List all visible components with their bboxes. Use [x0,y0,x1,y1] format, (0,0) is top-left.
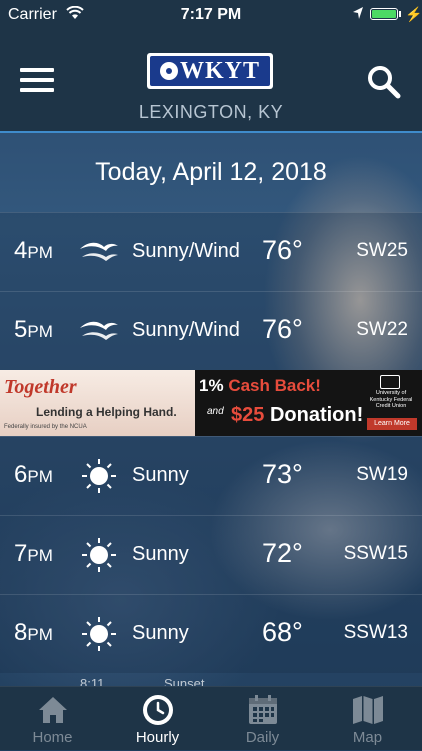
tab-daily[interactable]: Daily [210,687,315,751]
logo-text: WKYT [179,57,260,84]
search-icon[interactable] [366,64,402,100]
cbs-eye-icon [159,62,178,80]
hour-condition: Sunny/Wind [132,319,240,341]
hour-temperature: 76° [262,235,303,265]
hamburger-menu-icon[interactable] [20,68,54,94]
hour-temperature: 73° [262,459,303,489]
hour-time: 4PM [14,237,53,264]
hour-wind: SSW15 [343,543,408,564]
hour-wind: SW19 [356,464,408,485]
status-bar: Carrier 7:17 PM ⚡ [0,0,422,30]
location-arrow-icon [352,6,364,25]
ad-left-footnote: Federally insured by the NCUA [4,424,87,430]
calendar-icon [246,693,280,727]
hour-condition: Sunny [132,464,189,486]
tab-label: Daily [245,729,280,746]
ad-left-title: Together [4,376,77,398]
hour-wind: SW25 [356,240,408,261]
ad-learn-more-button[interactable]: Learn More [367,418,417,430]
battery-icon [370,8,398,20]
date-heading: Today, April 12, 2018 [95,158,327,186]
tab-hourly[interactable]: Hourly [105,687,210,751]
charging-bolt-icon: ⚡ [405,6,422,22]
hour-time: 7PM [14,540,53,567]
hour-row[interactable]: 7PM Sunny 72° SSW15 [0,515,422,594]
wind-icon [78,233,120,271]
ad-together-panel[interactable]: Together Lending a Helping Hand. Federal… [0,370,195,436]
location-label[interactable]: LEXINGTON, KY [0,102,422,123]
hour-temperature: 76° [262,314,303,344]
hour-condition: Sunny/Wind [132,240,240,262]
clock-icon [141,693,175,727]
app-header: WKYT LEXINGTON, KY [0,30,422,131]
tab-label: Hourly [135,729,180,746]
hourly-list[interactable]: 4PM Sunny/Wind 76° SW25 5PM Sunny/Wind 7… [0,212,422,673]
ad-cashback-text: 1% Cash Back! [199,376,321,395]
hour-temperature: 72° [262,538,303,568]
tab-home[interactable]: Home [0,687,105,751]
station-logo: WKYT [147,53,273,89]
home-icon [36,693,70,727]
ad-and-text: and [207,406,224,417]
hour-wind: SSW13 [343,622,408,643]
hour-row[interactable]: 5PM Sunny/Wind 76° SW22 [0,291,422,370]
tab-bar: Home Hourly Daily Map [0,686,422,750]
hour-row[interactable]: 6PM Sunny 73° SW19 [0,436,422,515]
hour-condition: Sunny [132,543,189,565]
hour-time: 8PM [14,619,53,646]
credit-union-logo-icon [380,375,400,389]
ad-cashback-panel[interactable]: 1% Cash Back! and $25 Donation! Universi… [195,370,422,436]
hour-row[interactable]: 8PM Sunny 68° SSW13 [0,594,422,673]
tab-map[interactable]: Map [315,687,420,751]
tab-label: Map [352,729,383,746]
hour-condition: Sunny [132,622,189,644]
hour-wind: SW22 [356,319,408,340]
ad-banner[interactable]: Together Lending a Helping Hand. Federal… [0,370,422,436]
tab-label: Home [32,729,73,746]
ad-donation-text: $25 Donation! [231,404,364,426]
hour-row[interactable]: 4PM Sunny/Wind 76° SW25 [0,212,422,291]
ad-left-tagline: Lending a Helping Hand. [36,405,177,419]
wind-icon [78,312,120,350]
ad-org-name: University of Kentucky Federal Credit Un… [369,390,413,410]
header-divider [0,131,422,133]
sun-icon [78,615,120,653]
map-icon [351,693,385,727]
sun-icon [78,536,120,574]
battery-tip [399,11,401,17]
hour-time: 5PM [14,316,53,343]
sun-icon [78,457,120,495]
hour-temperature: 68° [262,617,303,647]
hour-time: 6PM [14,461,53,488]
